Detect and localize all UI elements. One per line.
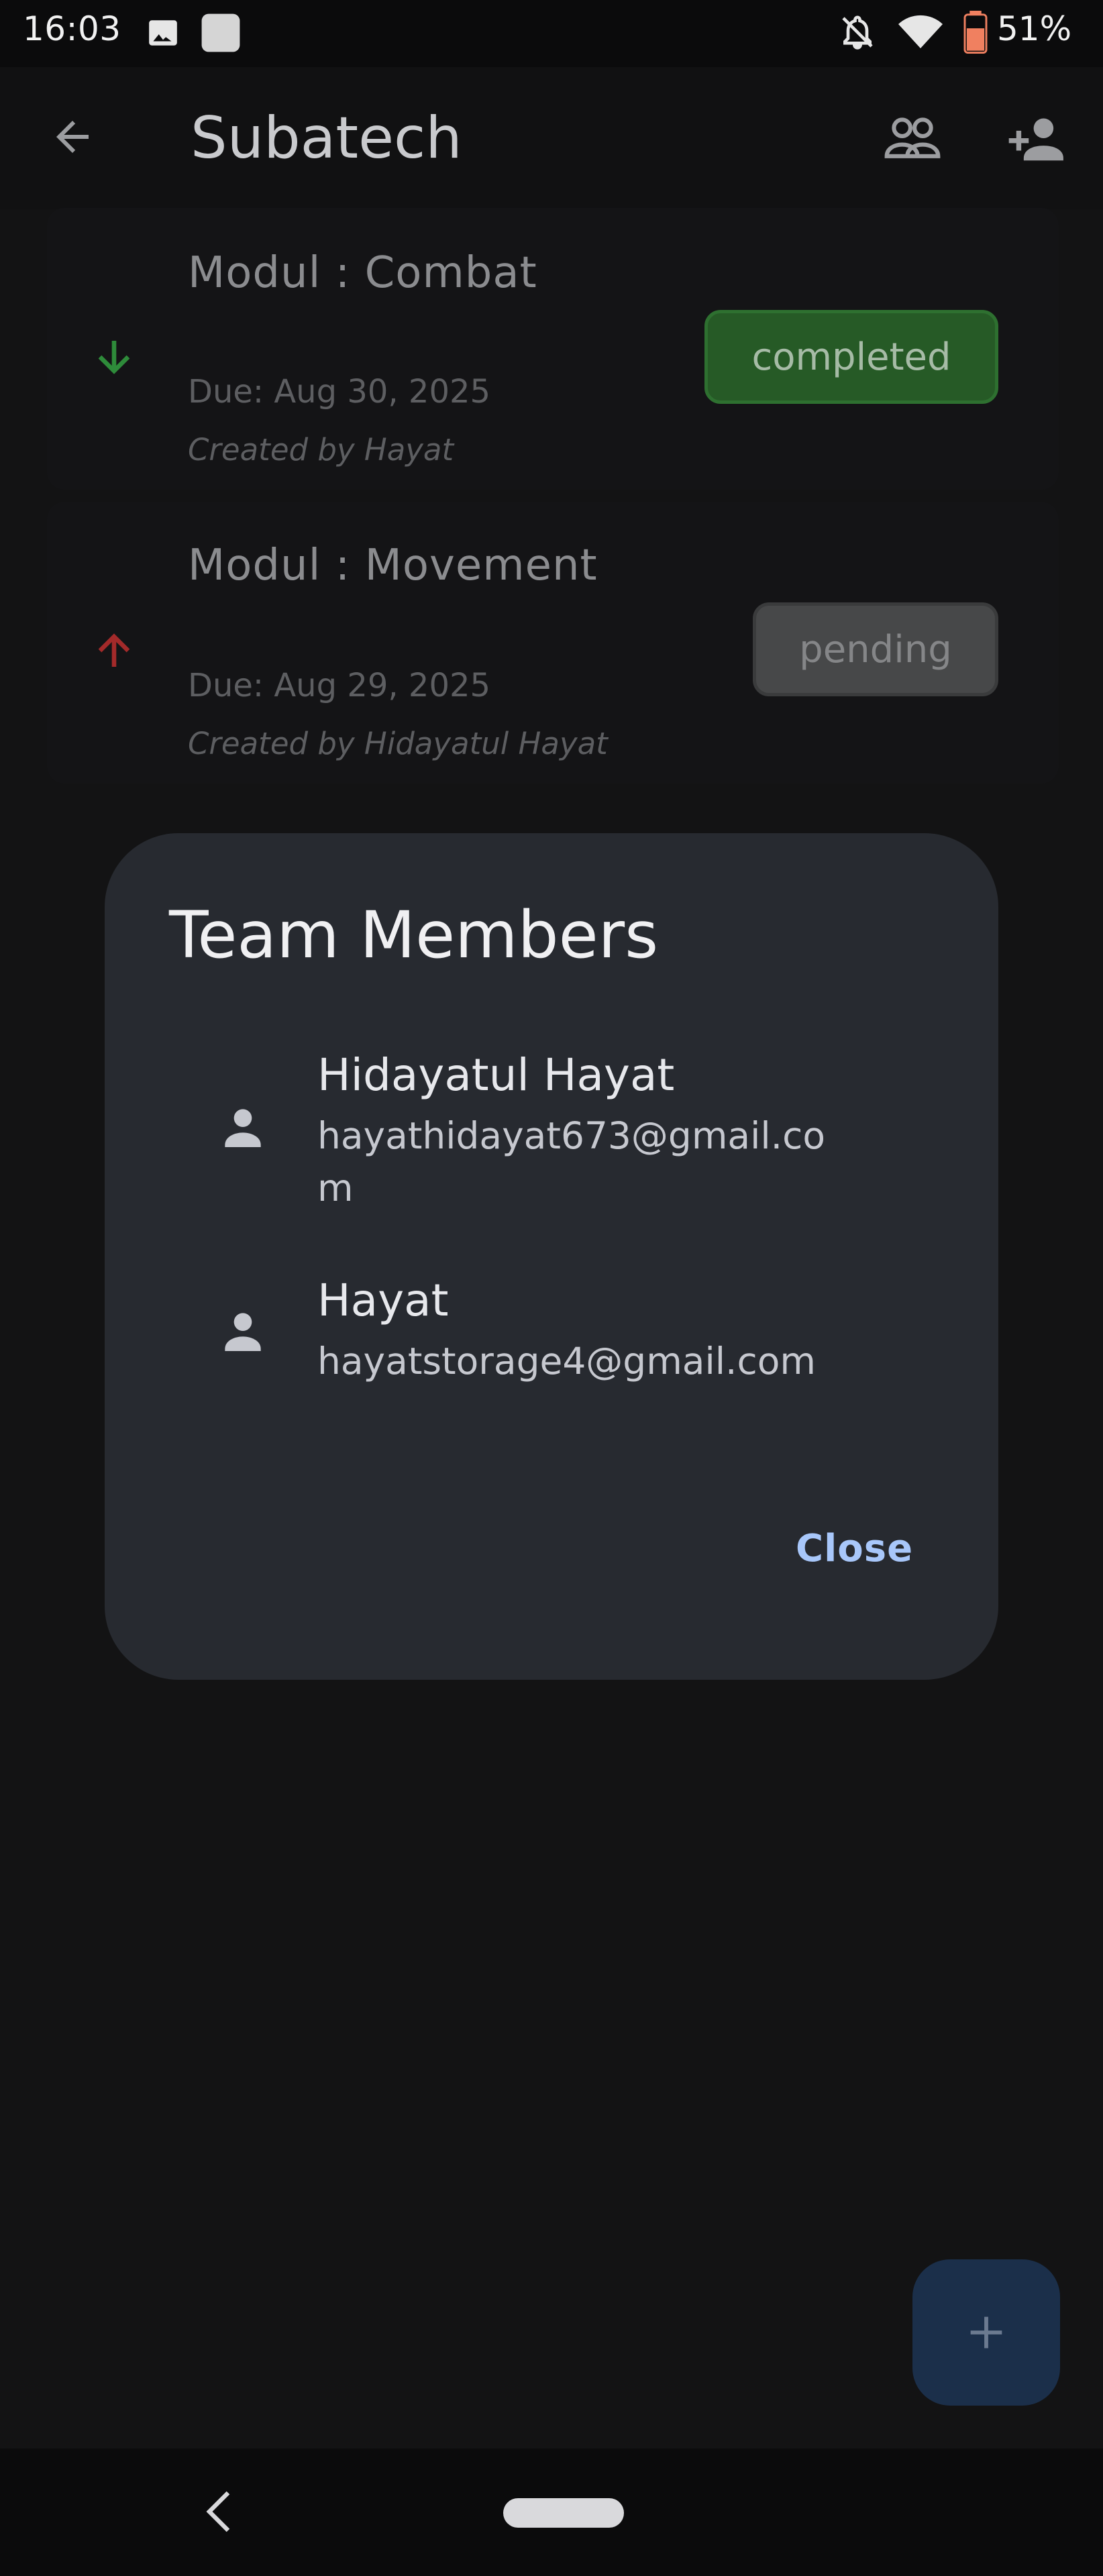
close-button[interactable]: Close bbox=[796, 1527, 913, 1570]
task-title: Modul : Movement bbox=[188, 541, 598, 590]
status-time: 16:03 bbox=[23, 9, 121, 48]
nav-home-pill[interactable] bbox=[503, 2498, 624, 2528]
page-title: Subatech bbox=[191, 105, 462, 172]
team-icon[interactable] bbox=[882, 107, 943, 172]
member-email: hayathidayat673@gmail.co bbox=[317, 1114, 826, 1157]
wifi-icon bbox=[896, 12, 945, 55]
bell-off-icon bbox=[839, 13, 876, 54]
plus-icon bbox=[970, 2316, 1002, 2349]
dialog-title: Team Members bbox=[169, 898, 659, 973]
add-member-icon[interactable] bbox=[1006, 107, 1071, 172]
person-icon bbox=[216, 1100, 270, 1157]
task-due-date: Due: Aug 30, 2025 bbox=[188, 373, 491, 411]
task-due-date: Due: Aug 29, 2025 bbox=[188, 667, 491, 704]
task-created-by: Created by Hayat bbox=[188, 432, 454, 468]
image-icon bbox=[146, 16, 180, 52]
status-badge[interactable]: pending bbox=[753, 602, 998, 696]
person-icon bbox=[216, 1304, 270, 1360]
member-name: Hayat bbox=[317, 1275, 449, 1326]
task-created-by: Created by Hidayatul Hayat bbox=[188, 726, 608, 761]
status-badge[interactable]: completed bbox=[704, 310, 998, 404]
arrow-down-icon bbox=[90, 333, 138, 384]
battery-icon bbox=[963, 11, 988, 56]
battery-percent: 51% bbox=[997, 9, 1072, 48]
arrow-up-icon bbox=[90, 627, 138, 678]
member-email: hayatstorage4@gmail.com bbox=[317, 1340, 817, 1383]
back-arrow-icon[interactable] bbox=[48, 113, 97, 164]
app-square-icon bbox=[200, 12, 242, 56]
member-email-wrap: m bbox=[317, 1167, 354, 1210]
member-name: Hidayatul Hayat bbox=[317, 1049, 675, 1101]
task-title: Modul : Combat bbox=[188, 248, 537, 298]
nav-back-icon[interactable] bbox=[201, 2490, 239, 2536]
add-task-fab[interactable] bbox=[912, 2259, 1060, 2406]
